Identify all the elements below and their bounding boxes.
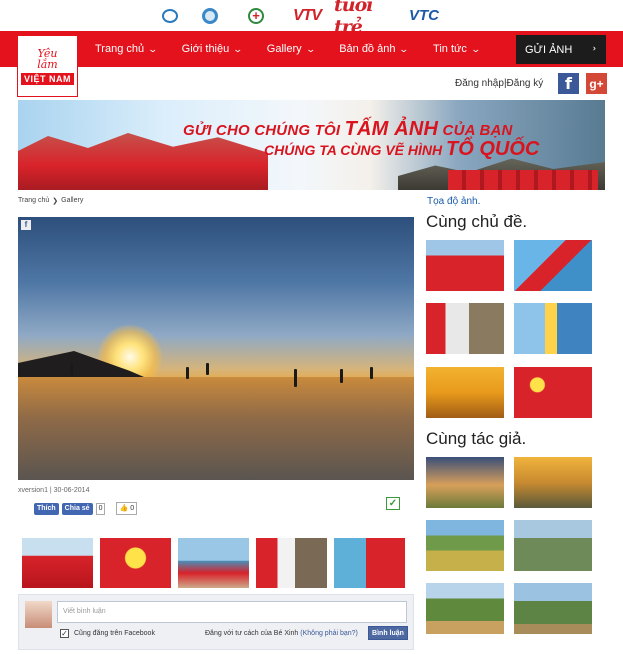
same-author-thumb[interactable] [514, 583, 592, 634]
chevron-down-icon: ⌄ [398, 43, 410, 54]
breadcrumb: Trang chủ ❯ Gallery [18, 197, 83, 205]
filmstrip-thumb[interactable] [178, 538, 249, 588]
posting-as-text: Đăng với tư cách của Bé Xinh [205, 630, 299, 637]
filmstrip-thumb[interactable] [100, 538, 171, 588]
menu-item-news[interactable]: Tin tức ⌄ [433, 43, 481, 55]
fisher-figure [340, 369, 343, 383]
partner-logos-bar: + VTV tuổi trẻ VTC [0, 0, 623, 38]
fisher-figure [206, 363, 209, 375]
fb-share-label: Chia sẻ [64, 504, 90, 512]
chevron-down-icon: ⌄ [232, 43, 244, 54]
same-topic-heading: Cùng chủ đề. [426, 212, 528, 231]
thumbs-up-icon: 👍 [119, 505, 129, 512]
vtv-logo[interactable]: VTV [280, 6, 334, 26]
fb-like-button[interactable]: Thích [34, 502, 59, 515]
govn-icon [162, 8, 178, 23]
share-toolbar: Thích Chia sẻ 0 👍 0 [34, 502, 138, 515]
facebook-icon[interactable]: f [558, 73, 579, 94]
also-post-checkbox[interactable]: ✓ [60, 629, 69, 638]
chevron-down-icon: ⌄ [470, 43, 481, 54]
menu-item-photo-map[interactable]: Bản đồ ảnh ⌄ [339, 43, 410, 55]
avatar [25, 601, 52, 628]
photo-meta: xversion1 | 30-06-2014 [18, 487, 90, 494]
vtc-logo[interactable]: VTC [404, 6, 444, 26]
related-filmstrip [22, 538, 405, 588]
menu-label: Giới thiệu [181, 43, 230, 55]
menu-label: Trang chủ [95, 43, 145, 55]
share-count: 0 [95, 502, 106, 515]
auth-links: Đăng nhập | Đăng ký [455, 78, 543, 89]
chevron-icon: ⌄ [587, 44, 598, 53]
filmstrip-thumb[interactable] [22, 538, 93, 588]
fb-share-button[interactable]: Chia sẻ [61, 502, 93, 515]
register-link[interactable]: Đăng ký [507, 78, 544, 89]
comment-input[interactable]: Viết bình luận [57, 601, 407, 623]
photo-coords-link[interactable]: Tọa độ ảnh. [427, 196, 480, 207]
post-comment-button[interactable]: Bình luận [368, 626, 408, 640]
send-photo-label: GỬI ẢNH [525, 43, 573, 56]
tuoi-tre-logo[interactable]: tuổi trẻ [334, 0, 404, 38]
main-photo[interactable]: f [18, 217, 414, 480]
breadcrumb-separator: ❯ [52, 198, 59, 205]
filmstrip-thumb[interactable] [256, 538, 327, 588]
same-author-thumb[interactable] [426, 457, 504, 508]
fisher-figure [70, 363, 73, 375]
check-icon[interactable]: ✓ [386, 497, 400, 510]
same-author-thumb[interactable] [514, 457, 592, 508]
same-topic-thumb[interactable] [514, 367, 592, 418]
fisher-figure [186, 367, 189, 379]
flags-image [448, 170, 598, 190]
red-cross-logo[interactable]: + [232, 6, 280, 26]
menu-item-about[interactable]: Giới thiệu ⌄ [181, 43, 244, 55]
gov-emblem-logo[interactable] [188, 6, 232, 26]
thumbs-up-button[interactable]: 👍 0 [116, 502, 138, 515]
banner-line-2: CHÚNG TA CÙNG VẼ HÌNH TỔ QUỐC [264, 138, 540, 160]
send-photo-button[interactable]: GỬI ẢNH ⌄ [516, 35, 606, 64]
emblem-icon [202, 7, 218, 24]
filmstrip-thumb[interactable] [334, 538, 405, 588]
logo-line-3: VIỆT NAM [20, 72, 74, 85]
menu-item-gallery[interactable]: Gallery ⌄ [266, 43, 316, 55]
login-link[interactable]: Đăng nhập [455, 78, 504, 89]
same-author-thumb[interactable] [514, 520, 592, 571]
govn-logo[interactable] [152, 6, 188, 26]
fisher-figure [294, 369, 297, 387]
menu-label: Bản đồ ảnh [339, 43, 396, 55]
google-plus-icon[interactable]: g+ [586, 73, 607, 94]
chevron-down-icon: ⌄ [147, 43, 159, 54]
facebook-share-icon[interactable]: f [21, 220, 31, 230]
same-author-heading: Cùng tác giả. [426, 429, 527, 448]
same-topic-thumb[interactable] [514, 240, 592, 291]
site-logo[interactable]: Yêu lắm VIỆT NAM [17, 35, 78, 97]
comment-placeholder: Viết bình luận [63, 608, 106, 615]
posting-as: Đăng với tư cách của Bé Xinh (Không phải… [205, 630, 358, 637]
beach-foreground [18, 377, 414, 480]
fb-like-label: Thích [37, 504, 56, 512]
not-you-link[interactable]: (Không phải bạn?) [300, 630, 358, 637]
same-author-thumb[interactable] [426, 520, 504, 571]
facebook-comments: Viết bình luận ✓ Cũng đăng trên Facebook… [18, 594, 414, 650]
same-topic-thumb[interactable] [426, 303, 504, 354]
fisher-figure [370, 367, 373, 379]
promo-banner[interactable]: GỬI CHO CHÚNG TÔI TẤM ẢNH CỦA BẠN CHÚNG … [18, 100, 605, 190]
same-topic-thumb[interactable] [426, 240, 504, 291]
red-cross-icon: + [248, 7, 264, 24]
breadcrumb-current[interactable]: Gallery [61, 197, 83, 205]
main-menu: Trang chủ ⌄ Giới thiệu ⌄ Gallery ⌄ Bản đồ ả… [95, 31, 504, 67]
breadcrumb-home[interactable]: Trang chủ [18, 197, 49, 205]
menu-label: Gallery [266, 43, 302, 55]
same-topic-thumb[interactable] [514, 303, 592, 354]
thumbs-up-count: 0 [130, 505, 135, 512]
logo-line-1: Yêu [37, 46, 58, 60]
same-topic-thumb[interactable] [426, 367, 504, 418]
chevron-down-icon: ⌄ [305, 43, 316, 54]
also-post-label: Cũng đăng trên Facebook [74, 630, 155, 637]
same-author-thumb[interactable] [426, 583, 504, 634]
menu-label: Tin tức [433, 43, 467, 55]
menu-item-home[interactable]: Trang chủ ⌄ [95, 43, 159, 55]
logo-line-2: lắm [37, 57, 58, 71]
